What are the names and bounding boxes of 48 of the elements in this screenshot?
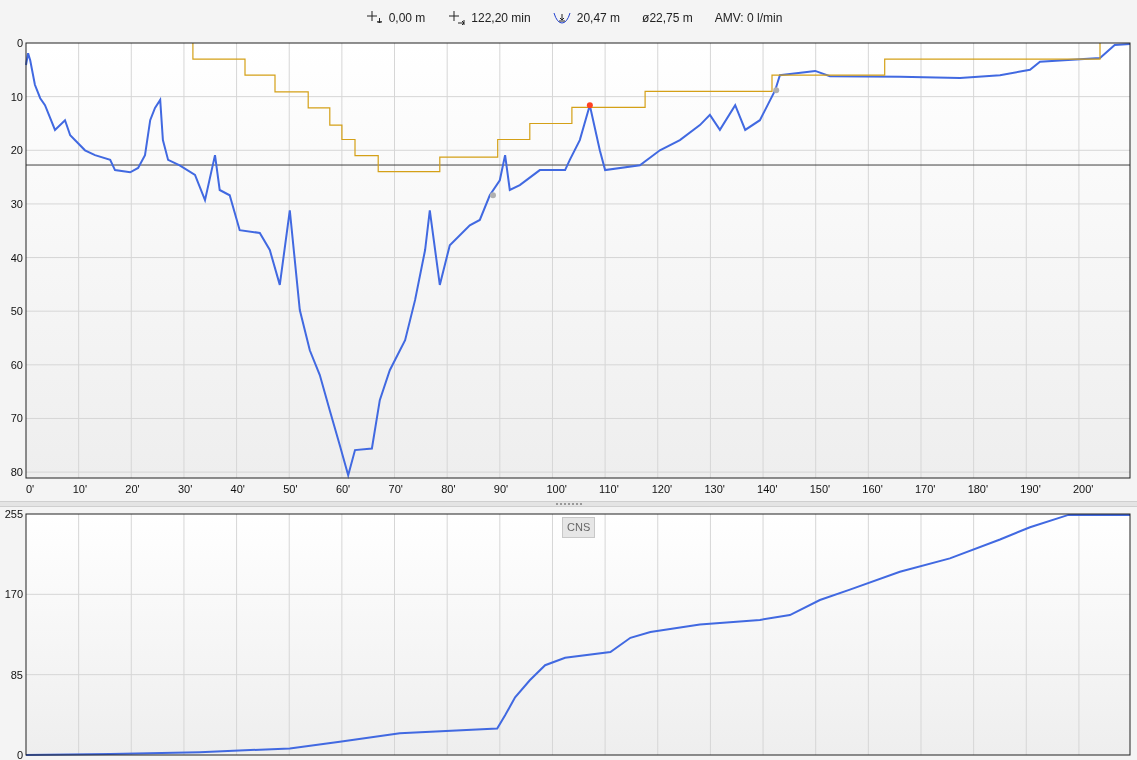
axis-tick-label: 130'	[704, 483, 725, 495]
axis-tick-label: 200'	[1072, 483, 1094, 495]
axis-tick-label: 70	[10, 412, 23, 425]
axis-tick-label: 255	[4, 508, 23, 520]
axis-tick-label: 20'	[125, 483, 140, 495]
axis-tick-label: 40'	[230, 483, 245, 495]
axis-tick-label: 150'	[809, 483, 831, 495]
time-cursor-icon	[447, 10, 466, 25]
axis-tick-label: 50	[10, 305, 23, 318]
axis-tick-label: 85	[10, 668, 23, 681]
axis-tick-label: 170	[4, 588, 23, 601]
axis-tick-label: 60	[10, 358, 23, 371]
axis-tick-label: 140'	[757, 483, 778, 495]
axis-tick-label: 50'	[283, 483, 298, 495]
axis-tick-label: 190'	[1020, 483, 1041, 495]
axis-tick-label: 20	[10, 144, 23, 157]
axis-tick-label: 10'	[72, 483, 87, 495]
axis-tick-label: 170'	[915, 483, 936, 495]
axis-tick-label: 0	[16, 37, 23, 49]
axis-tick-label: 70'	[388, 483, 403, 495]
axis-tick-label: 30	[10, 197, 23, 210]
axis-tick-label: 60'	[335, 483, 351, 495]
axis-tick-label: 30'	[177, 483, 193, 495]
stat-value: ø22,75 m	[642, 9, 693, 27]
marker-dot	[773, 87, 780, 94]
axis-tick-label: 0	[16, 749, 23, 760]
axis-tick-label: 120'	[651, 483, 673, 495]
axis-tick-label: 160'	[862, 483, 883, 495]
axis-tick-label: 10	[10, 90, 23, 103]
axis-tick-label: 80	[10, 466, 23, 479]
axis-tick-label: 40	[10, 251, 23, 264]
max-depth-icon	[552, 10, 571, 25]
axis-tick-label: 110'	[599, 483, 619, 495]
stat-value: AMV: 0 l/min	[714, 9, 783, 27]
grip-icon	[555, 502, 582, 505]
marker-dot	[586, 102, 593, 109]
axis-tick-label: 100'	[546, 483, 567, 495]
splitter[interactable]	[0, 501, 1137, 507]
chart-label: CNS	[562, 517, 596, 538]
axis-tick-label: 180'	[967, 483, 989, 495]
depth-cursor-icon	[364, 10, 383, 25]
axis-tick-label: 0'	[26, 483, 35, 495]
stat-value: 0,00 m	[388, 9, 426, 27]
marker-dot	[490, 192, 496, 199]
stat-value: 122,20 min	[471, 9, 531, 27]
axis-tick-label: 80'	[441, 483, 456, 495]
stat-value: 20,47 m	[576, 9, 621, 27]
axis-tick-label: 90'	[493, 483, 509, 495]
